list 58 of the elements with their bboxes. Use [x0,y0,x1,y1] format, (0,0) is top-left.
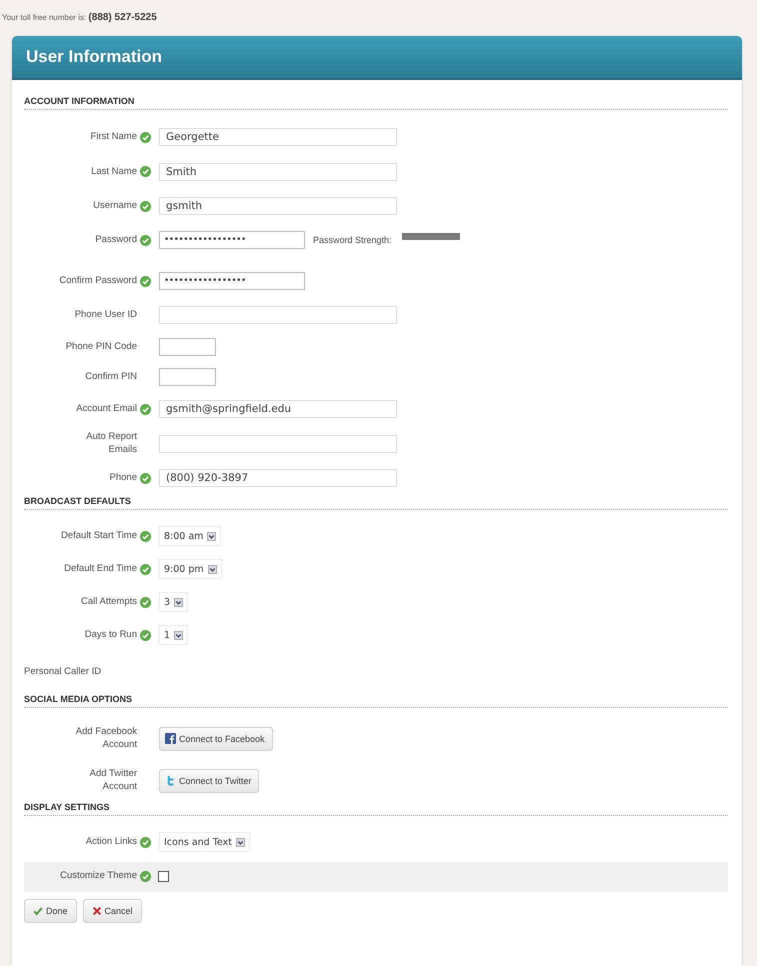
pin-field[interactable] [159,368,216,386]
field-label: Personal Caller ID [24,666,102,679]
input-field[interactable]: gsmith [159,197,397,216]
dropdown[interactable]: Icons and Text [159,832,250,852]
toll-free-number: Your toll free number is: (888) 527-5225 [2,12,158,25]
panel-title: User Information [26,47,162,67]
input-field[interactable]: Smith [159,162,397,181]
password-field[interactable]: ••••••••••••••••• [159,272,305,290]
password-strength-label: Password Strength: [313,235,392,245]
connect-twitter-button[interactable]: Connect to Twitter [159,768,260,792]
input-field[interactable]: (800) 920-3897 [159,469,397,488]
dropdown[interactable]: 3 [159,592,188,612]
field-label: Default End Time [64,562,137,576]
field-label: Password [95,234,137,246]
password-strength-meter [402,232,460,240]
section-heading: ACCOUNT INFORMATION [24,96,728,110]
dropdown-arrow-icon [174,598,184,606]
input-field[interactable]: gsmith@springfield.edu [159,400,397,418]
dropdown-arrow-icon [174,630,184,640]
field-label: Days to Run [84,628,137,642]
field-label: Account Email [76,403,137,416]
field-label: First Name [90,131,137,144]
dropdown[interactable]: 1 [159,625,188,645]
checkbox[interactable] [158,871,169,882]
pin-field[interactable] [159,338,216,356]
dropdown-arrow-icon [208,564,217,574]
connect-facebook-button[interactable]: Connect to Facebook [159,726,273,750]
input-field[interactable]: Georgette [159,128,397,146]
x-icon [92,906,102,916]
field-label: Username [93,200,137,212]
field-label: Confirm PIN [85,370,137,384]
twitter-t-icon [165,775,176,786]
input-field[interactable] [159,306,397,324]
dropdown[interactable]: 9:00 pm [159,559,222,579]
dropdown-arrow-icon [236,838,245,846]
field-label: Add Facebook Account [74,726,137,751]
password-field[interactable]: ••••••••••••••••• [159,231,305,249]
field-label: Confirm Password [59,274,137,288]
field-label: Phone User ID [74,308,137,321]
section-heading: DISPLAY SETTINGS [24,802,728,816]
section-heading: SOCIAL MEDIA OPTIONS [24,694,728,708]
field-label: Phone PIN Code [66,340,137,354]
dropdown[interactable]: 8:00 am [159,526,222,546]
cancel-button[interactable]: Cancel [82,898,142,922]
field-label: Default Start Time [60,530,137,542]
input-field[interactable] [159,434,397,453]
dropdown-arrow-icon [207,532,216,540]
field-label: Auto Report Emails [85,431,137,456]
field-label: Last Name [91,166,137,178]
facebook-f-icon [165,733,176,744]
field-label: Customize Theme [60,870,137,883]
field-label: Action Links [86,836,137,848]
checkmark-icon [33,906,43,916]
field-label: Call Attempts [81,596,137,608]
field-label: Phone [110,472,137,484]
field-label: Add Twitter Account [88,768,137,793]
section-heading: BROADCAST DEFAULTS [24,496,728,510]
done-button[interactable]: Done [24,898,77,922]
